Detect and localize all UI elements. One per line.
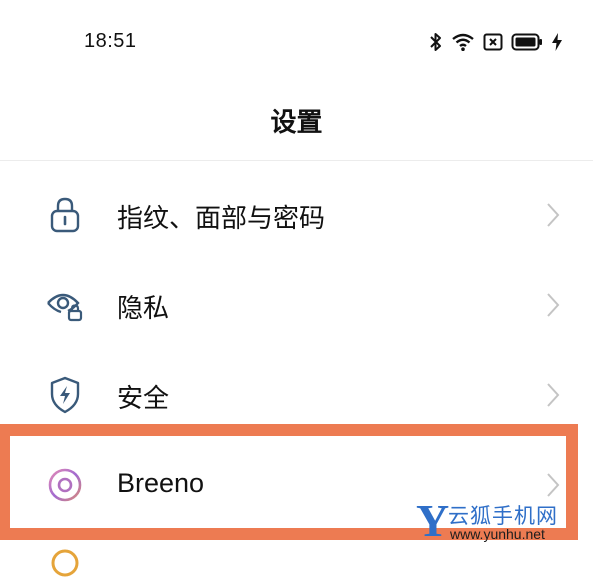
settings-item-label: 安全 <box>117 384 170 414</box>
status-time: 18:51 <box>84 30 137 52</box>
bluetooth-icon <box>429 32 443 52</box>
settings-item-label: 指纹、面部与密码 <box>117 204 326 234</box>
chevron-right-icon <box>544 201 562 229</box>
settings-item-label: 隐私 <box>117 294 170 324</box>
settings-item-fingerprint-face-password[interactable]: 指纹、面部与密码 <box>0 170 593 260</box>
status-icons <box>429 30 563 54</box>
watermark-letter: Y <box>416 495 450 546</box>
watermark-logo: Y 云狐手机网 www.yunhu.net <box>416 495 586 548</box>
chevron-right-icon <box>544 291 562 319</box>
charging-icon <box>551 32 563 52</box>
battery-icon <box>511 33 543 51</box>
lock-icon <box>46 196 84 234</box>
wifi-icon <box>451 32 475 52</box>
status-bar: 18:51 <box>0 0 593 84</box>
security-shield-icon <box>46 376 84 414</box>
watermark-url: www.yunhu.net <box>450 526 545 542</box>
chevron-right-icon <box>544 381 562 409</box>
page-title: 设置 <box>270 108 323 138</box>
no-sim-icon <box>483 33 503 51</box>
privacy-eye-icon <box>46 286 84 324</box>
settings-item-privacy[interactable]: 隐私 <box>0 260 593 350</box>
partial-item-icon <box>50 548 80 578</box>
title-divider <box>0 160 593 161</box>
